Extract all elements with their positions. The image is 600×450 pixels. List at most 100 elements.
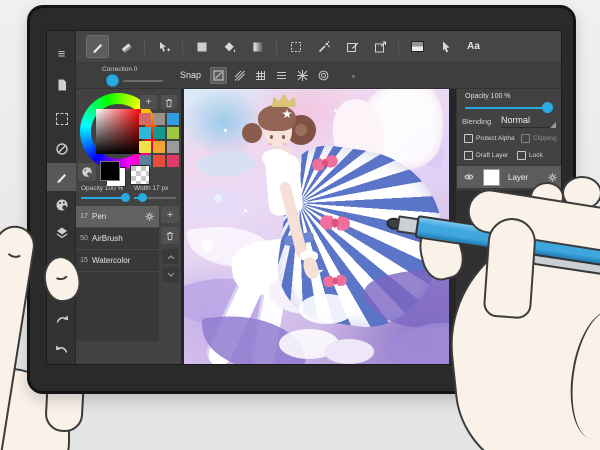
palette-chip-button[interactable] — [78, 163, 96, 181]
divide-canvas-button[interactable] — [406, 35, 429, 58]
artwork-flowers — [324, 339, 374, 364]
select-icon[interactable] — [49, 107, 74, 131]
layer-visibility-eye-icon[interactable] — [463, 172, 475, 182]
pen-icon — [92, 43, 102, 53]
cursor-icon — [442, 41, 449, 52]
clipping-checkbox[interactable] — [521, 134, 530, 143]
add-brush-button[interactable]: + — [161, 206, 179, 223]
redo-icon[interactable] — [49, 307, 74, 331]
brush-color-panel: + Opacity 100 % Width 17 px 17 Pen 50 Ai… — [76, 89, 181, 364]
artwork-bow — [319, 213, 351, 234]
bucket-icon — [224, 41, 235, 52]
saturation-square[interactable] — [96, 109, 141, 154]
artwork-bow — [322, 273, 348, 289]
brush-row-airbrush[interactable]: 50 AirBrush — [76, 228, 159, 250]
layer-opacity-slider[interactable] — [465, 102, 553, 113]
brush-settings-gear-icon[interactable] — [144, 211, 155, 222]
lock-checkbox[interactable] — [517, 151, 526, 160]
palette-swatch[interactable] — [167, 141, 179, 153]
select-rect-icon — [290, 41, 301, 52]
fg-color-swatch — [100, 161, 120, 181]
palette-swatch[interactable] — [139, 141, 151, 153]
snap-grid-icon[interactable] — [252, 67, 269, 84]
blending-label: Blending — [462, 117, 492, 126]
brush-down-button[interactable] — [162, 267, 179, 282]
move-tool-button[interactable] — [152, 35, 175, 58]
draft-layer-checkbox[interactable] — [464, 151, 473, 160]
sidebar-brush-tool[interactable] — [47, 163, 76, 191]
transparent-color-swatch[interactable] — [130, 165, 150, 185]
draft-layer-option[interactable]: Draft Layer — [464, 151, 508, 160]
delete-brush-button[interactable] — [161, 227, 179, 244]
palette-swatch[interactable] — [167, 155, 179, 167]
undo-icon[interactable] — [49, 337, 74, 361]
new-document-icon[interactable] — [49, 73, 74, 97]
gradient-tool-button[interactable] — [246, 35, 269, 58]
brush-row-watercolor[interactable]: 15 Watercolor — [76, 250, 159, 272]
clipping-option[interactable]: Clipping — [521, 134, 557, 143]
deselect-icon[interactable] — [49, 137, 74, 161]
layer-settings-gear-icon[interactable] — [547, 172, 558, 183]
layer-name: Layer — [508, 172, 529, 182]
palette-icon — [82, 167, 92, 177]
sidebar-layers-tool[interactable] — [47, 219, 76, 247]
add-color-button[interactable]: + — [140, 95, 157, 109]
fg-bg-swatches[interactable] — [100, 161, 126, 187]
palette-swatch[interactable] — [153, 141, 165, 153]
transform-icon — [346, 42, 358, 52]
brush-opacity-slider[interactable] — [81, 193, 130, 202]
dropdown-corner-icon[interactable] — [550, 122, 556, 128]
layer-thumbnail — [483, 168, 500, 186]
pen-tool-button[interactable] — [86, 35, 109, 58]
snap-horizontal-icon[interactable] — [273, 67, 290, 84]
brush-name: Watercolor — [92, 256, 131, 265]
export-tool-button[interactable] — [368, 35, 391, 58]
brush-list: 17 Pen 50 AirBrush 15 Watercolor — [76, 206, 159, 341]
divide-canvas-icon — [411, 41, 424, 52]
width-knob[interactable] — [138, 193, 147, 202]
palette-swatch[interactable] — [139, 113, 151, 125]
palette-swatch[interactable] — [153, 113, 165, 125]
brush-up-button[interactable] — [162, 249, 179, 264]
delete-color-button[interactable] — [161, 95, 177, 109]
palette-swatch[interactable] — [167, 113, 179, 125]
text-tool-button[interactable]: Aa — [462, 35, 485, 58]
toolbar-separator — [276, 38, 277, 55]
palette-swatch[interactable] — [167, 127, 179, 139]
fingernail-line — [5, 240, 26, 260]
lock-option[interactable]: Lock — [517, 151, 543, 160]
correction-knob[interactable] — [106, 74, 119, 87]
checkbox-label: Protect Alpha — [476, 135, 515, 142]
correction-label: Correction 0 — [102, 66, 138, 73]
artwork-skirt-ruffle — [299, 294, 354, 324]
checkbox-label: Clipping — [533, 135, 557, 142]
snap-cross-icon[interactable] — [294, 67, 311, 84]
checkbox-label: Lock — [529, 152, 543, 159]
brush-width-slider[interactable] — [134, 193, 176, 202]
palette-swatch[interactable] — [139, 127, 151, 139]
eraser-tool-button[interactable] — [114, 35, 137, 58]
blending-dropdown[interactable]: Normal — [501, 115, 530, 125]
snap-parallel-icon[interactable] — [231, 67, 248, 84]
artwork-blush — [268, 143, 272, 145]
brush-row-pen[interactable]: 17 Pen — [76, 206, 159, 228]
menu-icon[interactable]: ≡ — [49, 41, 74, 65]
layer-opacity-knob[interactable] — [542, 102, 553, 113]
protect-alpha-option[interactable]: Protect Alpha — [464, 134, 515, 143]
protect-alpha-checkbox[interactable] — [464, 134, 473, 143]
cursor-tool-button[interactable] — [434, 35, 457, 58]
select-rect-tool-button[interactable] — [284, 35, 307, 58]
snap-off-icon[interactable] — [210, 67, 227, 84]
palette-swatch[interactable] — [153, 155, 165, 167]
bucket-tool-button[interactable] — [218, 35, 241, 58]
text-tool-label: Aa — [467, 41, 480, 52]
palette-swatch[interactable] — [153, 127, 165, 139]
transform-tool-button[interactable] — [340, 35, 363, 58]
magic-wand-tool-button[interactable] — [312, 35, 335, 58]
opacity-knob[interactable] — [121, 193, 130, 202]
sidebar-color-tool[interactable] — [47, 191, 76, 219]
snap-circle-icon[interactable] — [315, 67, 332, 84]
fingernail-line — [51, 264, 71, 282]
shape-tool-button[interactable] — [190, 35, 213, 58]
correction-track[interactable] — [123, 80, 163, 82]
